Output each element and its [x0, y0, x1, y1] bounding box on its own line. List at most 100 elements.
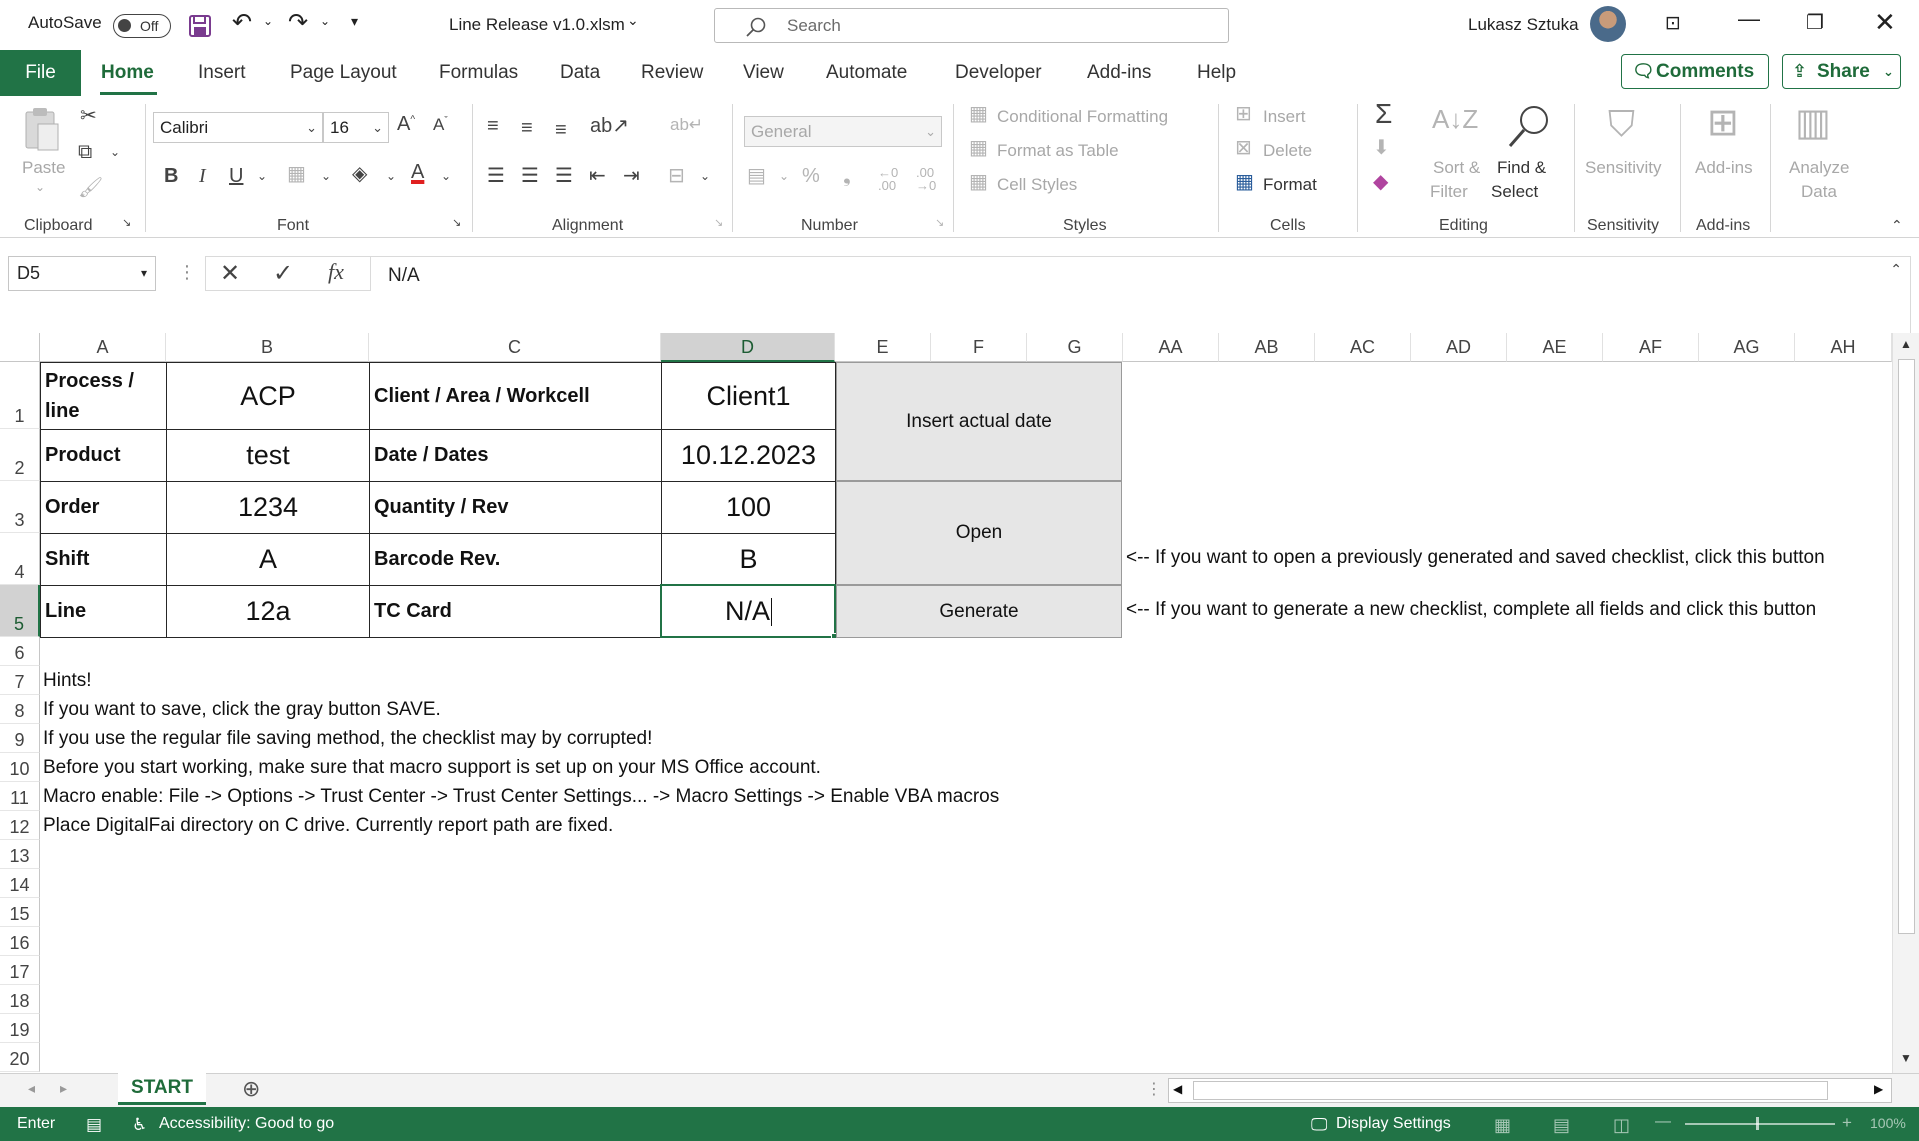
column-header-b[interactable]: B — [166, 333, 369, 362]
worksheet-grid[interactable]: A B C D E F G AA AB AC AD AE AF AG AH 1 … — [0, 333, 1892, 1073]
font-size-select[interactable]: 16 ⌄ — [323, 112, 389, 143]
column-header-d[interactable]: D — [661, 333, 835, 362]
share-button[interactable]: ⇪ Share ⌄ — [1782, 54, 1901, 89]
tab-developer[interactable]: Developer — [955, 62, 1042, 84]
cell-b5[interactable]: 12a — [166, 585, 370, 638]
accessibility-icon[interactable]: ♿ — [132, 1115, 147, 1135]
tab-add-ins[interactable]: Add-ins — [1087, 62, 1151, 84]
percent-icon[interactable]: % — [802, 166, 820, 186]
chevron-down-icon[interactable]: ⌄ — [779, 170, 789, 182]
comma-style-icon[interactable]: ❟ — [843, 166, 851, 186]
normal-view-icon[interactable]: ▦ — [1494, 1115, 1511, 1136]
cell-styles-icon[interactable]: ▦ — [969, 172, 988, 192]
column-header-ae[interactable]: AE — [1507, 333, 1603, 362]
row-header-11[interactable]: 11 — [0, 782, 40, 811]
cell-a4[interactable]: Shift — [40, 533, 167, 586]
align-top-icon[interactable]: ≡ — [487, 116, 499, 136]
more-options-icon[interactable]: ⋮ — [178, 262, 196, 283]
cell-b3[interactable]: 1234 — [166, 481, 370, 534]
column-header-f[interactable]: F — [931, 333, 1027, 362]
file-name[interactable]: Line Release v1.0.xlsm — [449, 15, 625, 35]
sort-filter-label-2[interactable]: Filter — [1430, 182, 1468, 202]
increase-decimal-icon[interactable]: ←0.00 — [878, 166, 898, 192]
zoom-out-icon[interactable]: — — [1655, 1113, 1671, 1131]
scroll-right-icon[interactable]: ▶ — [1874, 1082, 1883, 1096]
tab-automate[interactable]: Automate — [826, 62, 907, 84]
column-header-e[interactable]: E — [835, 333, 931, 362]
cell-d1[interactable]: Client1 — [661, 362, 836, 430]
display-settings-label[interactable]: Display Settings — [1336, 1115, 1451, 1133]
insert-cells-label[interactable]: Insert — [1263, 107, 1306, 127]
sheet-tab-start[interactable]: START — [118, 1073, 206, 1105]
display-settings-icon[interactable]: 🖵 — [1311, 1115, 1327, 1135]
chevron-down-icon[interactable]: ⌄ — [700, 170, 710, 182]
clear-icon[interactable]: ◆ — [1373, 172, 1388, 192]
wrap-text-icon[interactable]: ab↵ — [670, 116, 703, 133]
cell-c3[interactable]: Quantity / Rev — [369, 481, 662, 534]
format-painter-icon[interactable]: 🖌 — [78, 178, 103, 198]
align-left-icon[interactable]: ☰ — [487, 166, 505, 186]
splitter-icon[interactable]: ⋮ — [1146, 1079, 1162, 1099]
row-header-17[interactable]: 17 — [0, 956, 40, 985]
row-header-3[interactable]: 3 — [0, 481, 40, 533]
analyze-data-label[interactable]: Analyze — [1789, 158, 1849, 178]
format-cells-label[interactable]: Format — [1263, 175, 1317, 195]
scroll-up-icon[interactable]: ▲ — [1900, 337, 1912, 351]
scroll-down-icon[interactable]: ▼ — [1900, 1051, 1912, 1065]
tab-help[interactable]: Help — [1197, 62, 1236, 84]
scroll-thumb[interactable] — [1898, 359, 1915, 934]
zoom-slider[interactable] — [1685, 1123, 1835, 1125]
tab-data[interactable]: Data — [560, 62, 600, 84]
column-header-ad[interactable]: AD — [1411, 333, 1507, 362]
row-header-18[interactable]: 18 — [0, 985, 40, 1014]
select-all-corner[interactable] — [0, 333, 40, 362]
format-as-table-label[interactable]: Format as Table — [997, 141, 1119, 161]
collapse-ribbon-icon[interactable]: ⌃ — [1891, 218, 1903, 232]
cancel-icon[interactable]: ✕ — [220, 259, 240, 288]
column-header-ab[interactable]: AB — [1219, 333, 1315, 362]
row-header-6[interactable]: 6 — [0, 637, 40, 666]
chevron-down-icon[interactable]: ⌄ — [263, 14, 273, 28]
chevron-down-icon[interactable]: ⌄ — [441, 170, 451, 182]
accounting-format-icon[interactable]: ▤ — [747, 166, 766, 186]
tab-insert[interactable]: Insert — [198, 62, 246, 84]
align-right-icon[interactable]: ☰ — [555, 166, 573, 186]
analyze-data-icon[interactable]: ▥ — [1795, 104, 1831, 142]
delete-cells-label[interactable]: Delete — [1263, 141, 1312, 161]
row-header-4[interactable]: 4 — [0, 533, 40, 585]
row-header-8[interactable]: 8 — [0, 695, 40, 724]
increase-font-icon[interactable]: A^ — [397, 114, 415, 134]
chevron-down-icon[interactable]: ⌄ — [321, 170, 331, 182]
add-ins-icon[interactable]: ⊞ — [1707, 104, 1739, 142]
cell-d4[interactable]: B — [661, 533, 836, 586]
search-box[interactable]: Search — [714, 8, 1229, 43]
add-ins-button-label[interactable]: Add-ins — [1695, 158, 1753, 178]
tab-home[interactable]: Home — [101, 62, 154, 84]
chevron-down-icon[interactable]: ⌄ — [35, 180, 45, 194]
font-name-select[interactable]: Calibri ⌄ — [153, 112, 323, 143]
cell-a3[interactable]: Order — [40, 481, 167, 534]
font-color-icon[interactable]: A — [411, 162, 424, 182]
cell-c4[interactable]: Barcode Rev. — [369, 533, 662, 586]
save-icon[interactable] — [188, 14, 212, 38]
open-button[interactable]: Open — [836, 481, 1122, 585]
row-header-10[interactable]: 10 — [0, 753, 40, 782]
chevron-down-icon[interactable]: ⌄ — [627, 12, 639, 29]
avatar[interactable] — [1590, 6, 1626, 42]
comments-button[interactable]: 🗨 Comments — [1621, 54, 1769, 89]
cut-icon[interactable]: ✂ — [80, 106, 97, 126]
row-header-16[interactable]: 16 — [0, 927, 40, 956]
user-name[interactable]: Lukasz Sztuka — [1468, 15, 1579, 35]
row-header-20[interactable]: 20 — [0, 1043, 40, 1072]
conditional-formatting-icon[interactable]: ▦ — [969, 104, 988, 124]
collapse-formula-bar-icon[interactable]: ⌃ — [1890, 261, 1902, 278]
autosum-icon[interactable]: Σ — [1375, 100, 1392, 128]
row-header-12[interactable]: 12 — [0, 811, 40, 840]
row-header-19[interactable]: 19 — [0, 1014, 40, 1043]
insert-cells-icon[interactable]: ⊞ — [1235, 104, 1252, 124]
undo-icon[interactable]: ↶ — [232, 8, 252, 37]
sort-filter-label[interactable]: Sort & — [1433, 158, 1480, 178]
scroll-left-icon[interactable]: ◀ — [1173, 1082, 1182, 1096]
format-cells-icon[interactable]: ▦ — [1235, 172, 1254, 192]
increase-indent-icon[interactable]: ⇥ — [623, 166, 640, 186]
